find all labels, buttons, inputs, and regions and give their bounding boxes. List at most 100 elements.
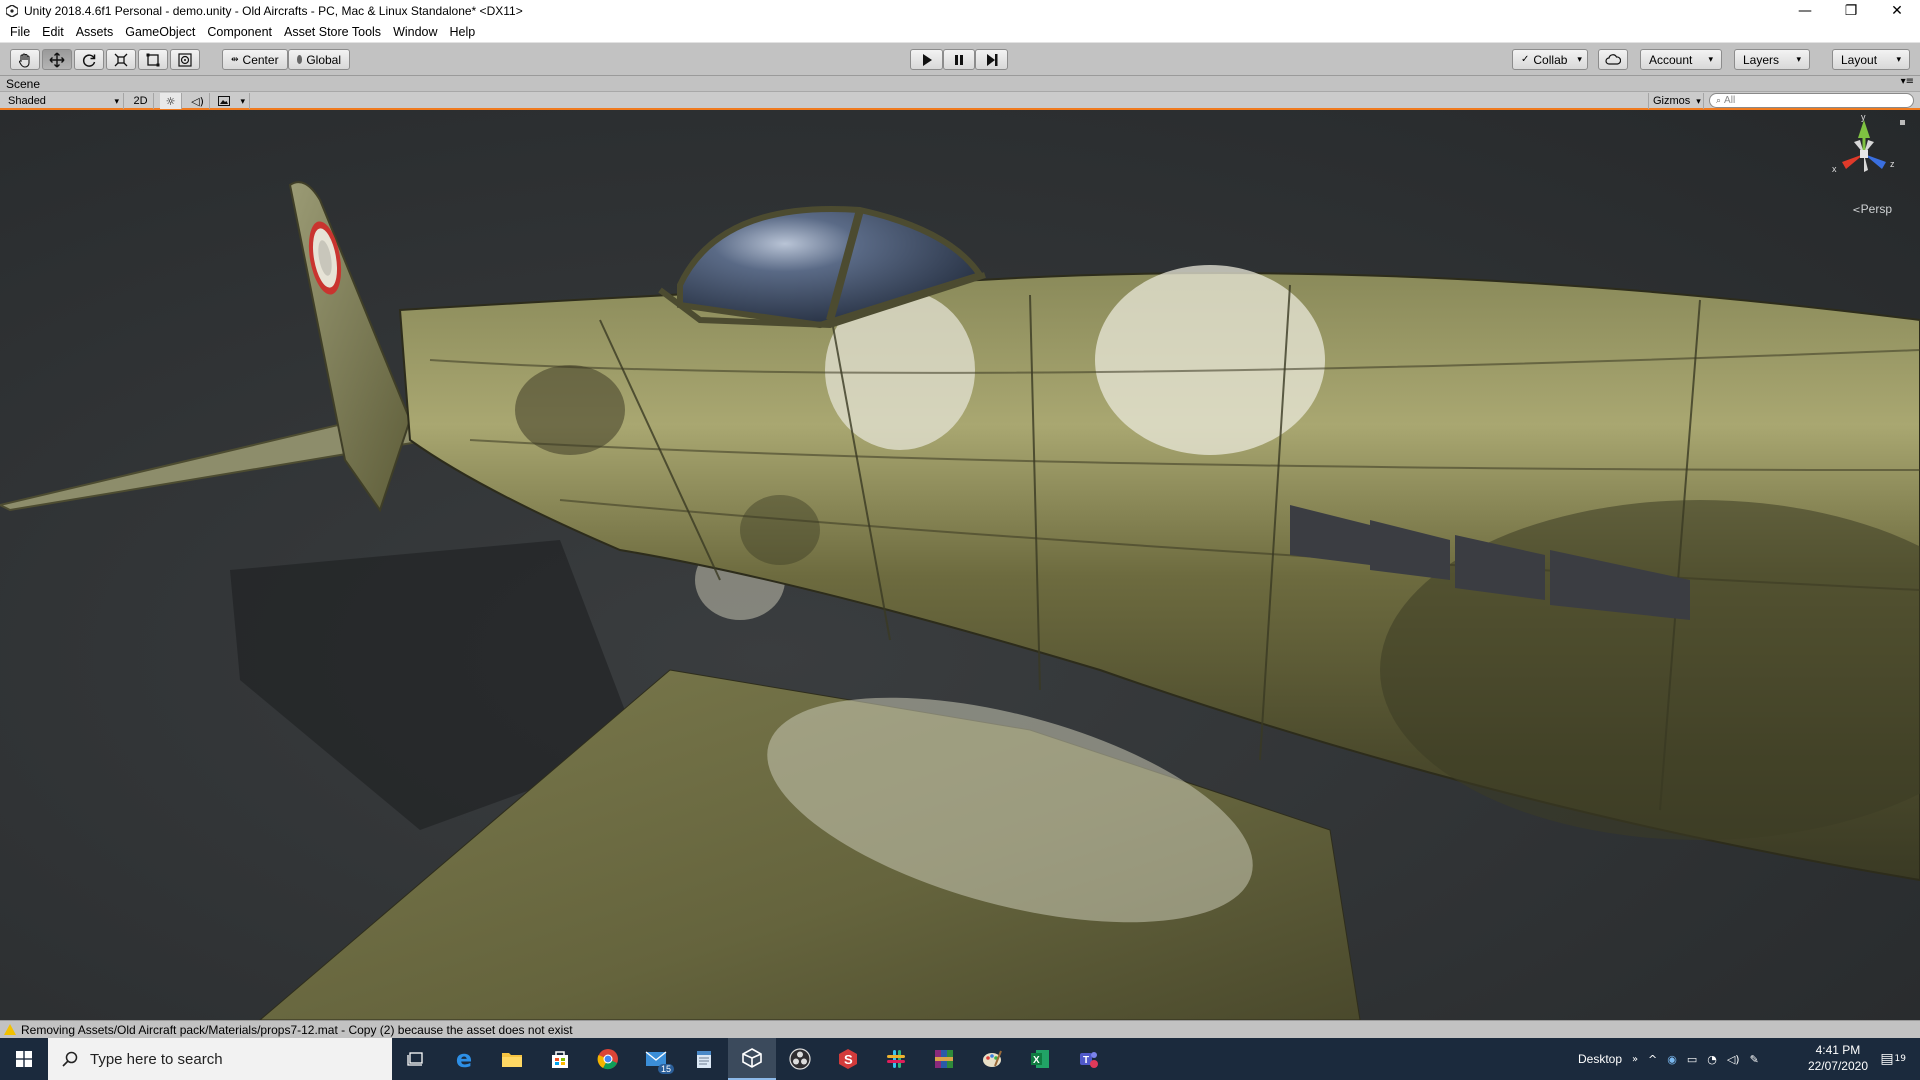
scene-tab-header: Scene ▾≡ <box>0 76 1920 92</box>
scale-tool-button[interactable] <box>106 49 136 70</box>
taskbar-winrar[interactable] <box>920 1038 968 1080</box>
menu-assets[interactable]: Assets <box>70 22 120 43</box>
transform-tool-button[interactable] <box>170 49 200 70</box>
account-dropdown[interactable]: Account <box>1640 49 1722 70</box>
taskbar-clock[interactable]: 4:41 PM 22/07/2020 <box>1808 1042 1868 1074</box>
windows-taskbar: Type here to search e 15 S X T Desktop »… <box>0 1038 1920 1080</box>
taskbar-chrome[interactable] <box>584 1038 632 1080</box>
cloud-button[interactable] <box>1598 49 1628 70</box>
check-icon: ✓ <box>1521 54 1530 65</box>
restore-icon[interactable]: ❐ <box>1828 0 1874 22</box>
gizmo-x-label: x <box>1832 164 1837 174</box>
pause-button[interactable] <box>943 49 975 70</box>
taskbar-search-box[interactable]: Type here to search <box>48 1038 392 1080</box>
taskbar-store[interactable] <box>536 1038 584 1080</box>
menu-edit[interactable]: Edit <box>36 22 70 43</box>
gizmos-dropdown[interactable]: Gizmos <box>1648 93 1704 109</box>
effects-dropdown[interactable] <box>214 93 250 109</box>
console-message: Removing Assets/Old Aircraft pack/Materi… <box>21 1022 573 1037</box>
taskbar-search-placeholder: Type here to search <box>90 1050 223 1068</box>
taskbar-edge[interactable]: e <box>440 1038 488 1080</box>
pen-icon[interactable]: ✎ <box>1750 1053 1759 1066</box>
panel-menu-icon[interactable]: ▾≡ <box>1901 76 1914 87</box>
search-icon <box>62 1051 78 1067</box>
slack-icon <box>887 1050 905 1068</box>
network-app-icon[interactable]: ◉ <box>1667 1053 1677 1066</box>
console-status-bar[interactable]: Removing Assets/Old Aircraft pack/Materi… <box>0 1020 1920 1038</box>
pause-icon <box>955 54 963 65</box>
menu-window[interactable]: Window <box>387 22 443 43</box>
teams-icon: T <box>1080 1052 1098 1068</box>
winrar-icon <box>935 1050 953 1068</box>
clock-date: 22/07/2020 <box>1807 1059 1868 1073</box>
minimize-icon[interactable]: — <box>1782 0 1828 22</box>
task-view-icon <box>407 1052 423 1066</box>
menu-gameobject[interactable]: GameObject <box>119 22 201 43</box>
excel-icon: X <box>1031 1050 1049 1068</box>
hand-icon <box>18 52 30 68</box>
draw-mode-dropdown[interactable]: Shaded <box>4 93 124 109</box>
taskbar-app-s[interactable]: S <box>824 1038 872 1080</box>
taskbar-mail[interactable]: 15 <box>632 1038 680 1080</box>
taskbar-file-explorer[interactable] <box>488 1038 536 1080</box>
rotate-icon <box>82 53 96 67</box>
menu-file[interactable]: File <box>4 22 36 43</box>
gizmos-label: Gizmos <box>1653 95 1691 107</box>
svg-text:S: S <box>844 1052 853 1067</box>
menu-asset-store-tools[interactable]: Asset Store Tools <box>278 22 387 43</box>
audio-toggle[interactable]: ◁) <box>186 93 210 109</box>
wifi-icon[interactable]: ◔ <box>1707 1053 1717 1066</box>
start-button[interactable] <box>0 1038 48 1080</box>
taskbar-unity[interactable] <box>728 1038 776 1080</box>
layout-dropdown[interactable]: Layout <box>1832 49 1910 70</box>
layers-dropdown[interactable]: Layers <box>1734 49 1810 70</box>
scene-tab[interactable]: Scene <box>6 77 40 91</box>
desktop-toolbar[interactable]: Desktop » <box>1578 1038 1638 1080</box>
unity-logo-icon <box>6 5 18 17</box>
scale-icon <box>114 53 128 66</box>
svg-text:X: X <box>1033 1055 1040 1066</box>
battery-icon[interactable]: ▭ <box>1687 1053 1697 1066</box>
move-icon <box>49 52 65 67</box>
pivot-center-button[interactable]: ⇹ Center <box>222 49 288 70</box>
scene-viewport[interactable]: y x z <Persp <box>0 110 1920 1020</box>
mode-2d-toggle[interactable]: 2D <box>128 93 154 109</box>
transform-icon <box>178 52 192 67</box>
menu-component[interactable]: Component <box>201 22 278 43</box>
window-title-text: Unity 2018.4.6f1 Personal - demo.unity -… <box>24 4 523 18</box>
folder-icon <box>502 1053 522 1067</box>
search-icon: ⌕ <box>1716 95 1722 106</box>
pivot-icon: ⇹ <box>231 54 239 64</box>
title-bar: Unity 2018.4.6f1 Personal - demo.unity -… <box>0 0 1920 22</box>
play-icon <box>922 53 932 66</box>
collab-label: Collab <box>1533 52 1568 67</box>
taskbar-excel[interactable]: X <box>1016 1038 1064 1080</box>
chevron-up-icon[interactable]: ^ <box>1648 1053 1657 1066</box>
notifications-button[interactable]: ▤ 19 <box>1880 1038 1906 1080</box>
close-icon[interactable]: ✕ <box>1874 0 1920 22</box>
hand-tool-button[interactable] <box>10 49 40 70</box>
play-button[interactable] <box>910 49 943 70</box>
speaker-icon: ◁) <box>191 94 204 108</box>
taskbar-obs[interactable] <box>776 1038 824 1080</box>
volume-icon[interactable]: ◁) <box>1727 1053 1740 1066</box>
rect-tool-button[interactable] <box>138 49 168 70</box>
taskbar-notepad[interactable] <box>680 1038 728 1080</box>
space-global-button[interactable]: Global <box>288 49 350 70</box>
move-tool-button[interactable] <box>42 49 72 70</box>
warning-icon <box>4 1024 16 1035</box>
scene-search-input[interactable]: ⌕ All <box>1709 93 1914 108</box>
taskbar-teams[interactable]: T <box>1064 1038 1112 1080</box>
menu-help[interactable]: Help <box>444 22 482 43</box>
taskbar-slack[interactable] <box>872 1038 920 1080</box>
taskbar-paint[interactable] <box>968 1038 1016 1080</box>
step-button[interactable] <box>975 49 1008 70</box>
collab-dropdown[interactable]: ✓ Collab <box>1512 49 1588 70</box>
lock-icon[interactable] <box>1900 120 1905 125</box>
system-tray: ^ ◉ ▭ ◔ ◁) ✎ <box>1648 1038 1759 1080</box>
rotate-tool-button[interactable] <box>74 49 104 70</box>
lighting-toggle[interactable]: ☼ <box>160 93 182 109</box>
edge-icon: e <box>455 1045 473 1073</box>
task-view-button[interactable] <box>392 1038 440 1080</box>
persp-label[interactable]: <Persp <box>1852 202 1892 216</box>
